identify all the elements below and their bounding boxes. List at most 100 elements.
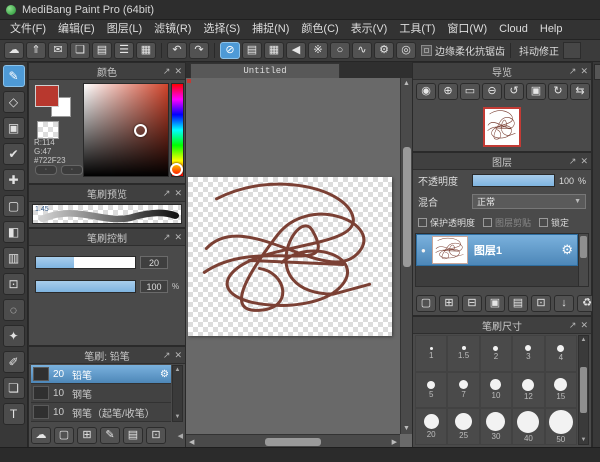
- dot-tool[interactable]: ✔: [2, 143, 25, 165]
- undo-icon[interactable]: ↶: [167, 42, 187, 59]
- flip-horizontal-icon[interactable]: ⇆: [570, 83, 590, 100]
- brush-size-cell[interactable]: 1: [415, 335, 448, 372]
- fit-view-icon[interactable]: ▣: [526, 83, 546, 100]
- 铅笔[interactable]: 20 铅笔 ⚙: [31, 365, 171, 384]
- lasso-tool[interactable]: ◌: [2, 299, 25, 321]
- brush-control-header[interactable]: 笔刷控制 ↗ ✕: [29, 229, 185, 246]
- 钢笔[interactable]: 10 钢笔 ⚙: [31, 384, 171, 403]
- menu-item[interactable]: 文件(F): [4, 20, 52, 39]
- concentric-snap-icon[interactable]: ◎: [396, 42, 416, 59]
- edge-antialias-checkbox[interactable]: 边缘柔化抗锯齿: [421, 43, 505, 58]
- scroll-down-icon[interactable]: ▼: [403, 425, 410, 432]
- horizontal-scroll-thumb[interactable]: [265, 437, 321, 446]
- select-rect-tool[interactable]: ⊡: [2, 273, 25, 295]
- layers-header[interactable]: 图层 ↗ ✕: [413, 153, 591, 170]
- bucket-tool[interactable]: ◧: [2, 221, 25, 243]
- popout-icon[interactable]: ↗: [163, 188, 171, 199]
- brush-size-cell[interactable]: 4: [544, 335, 577, 372]
- layer-folder-icon[interactable]: ▤: [508, 295, 528, 312]
- brush-size-cell[interactable]: 10: [479, 371, 513, 409]
- brush-list-scrollbar[interactable]: ▲ ▼: [172, 365, 183, 422]
- text-tool[interactable]: T: [2, 403, 25, 425]
- brush-size-cell[interactable]: 2: [479, 335, 513, 372]
- rotate-left-icon[interactable]: ↺: [504, 83, 524, 100]
- publish-icon[interactable]: ⇑: [26, 42, 46, 59]
- menu-item[interactable]: 表示(V): [345, 20, 394, 39]
- menu-item[interactable]: Help: [534, 20, 569, 39]
- layer-opacity-slider[interactable]: [472, 174, 555, 187]
- brush-opacity-slider[interactable]: [35, 280, 136, 293]
- move-tool[interactable]: ✚: [2, 169, 25, 191]
- brush-size-cell[interactable]: 3: [512, 335, 545, 372]
- freehand-mode-icon[interactable]: ⊘: [220, 42, 240, 59]
- vanishing-point-snap-icon[interactable]: ◀: [286, 42, 306, 59]
- menu-item[interactable]: 窗口(W): [441, 20, 493, 39]
- curve-snap-icon[interactable]: ∿: [352, 42, 372, 59]
- duplicate-layer-icon[interactable]: ⊡: [531, 295, 551, 312]
- scroll-down-icon[interactable]: ▼: [175, 414, 181, 420]
- menu-item[interactable]: 颜色(C): [295, 20, 344, 39]
- magic-wand-tool[interactable]: ✦: [2, 325, 25, 347]
- popout-icon[interactable]: ↗: [163, 350, 171, 361]
- scroll-left-icon[interactable]: ◀: [178, 432, 183, 440]
- redo-icon[interactable]: ↷: [189, 42, 209, 59]
- close-icon[interactable]: ✕: [580, 320, 588, 331]
- new-1bit-layer-icon[interactable]: ⊟: [462, 295, 482, 312]
- 钢笔（起笔/收笔）[interactable]: 10 钢笔（起笔/收笔） ⚙: [31, 403, 171, 422]
- vertical-scroll-thumb[interactable]: [402, 147, 411, 267]
- select-pen-tool[interactable]: ✐: [2, 351, 25, 373]
- brush-list-header[interactable]: 笔刷: 铅笔 ↗ ✕: [29, 347, 185, 364]
- popout-icon[interactable]: ↗: [163, 66, 171, 77]
- popout-icon[interactable]: ↗: [569, 320, 577, 331]
- merge-layer-icon[interactable]: ↓: [554, 295, 574, 312]
- brush-size-cell[interactable]: 7: [447, 371, 480, 409]
- add-layer-menu-icon[interactable]: ▣: [485, 295, 505, 312]
- layer-list-scrollbar[interactable]: [578, 234, 588, 286]
- radial-snap-icon[interactable]: ⚙: [374, 42, 394, 59]
- layer-option-checkbox[interactable]: 图层剪贴: [483, 216, 531, 229]
- new-8bit-layer-icon[interactable]: ⊞: [439, 295, 459, 312]
- brush-size-cell[interactable]: 25: [447, 408, 480, 445]
- cloud-icon[interactable]: ☁: [4, 42, 24, 59]
- brush-tool[interactable]: ✎: [2, 65, 25, 87]
- canvas-document[interactable]: [188, 177, 392, 336]
- canvas-vertical-scrollbar[interactable]: ▲ ▼: [400, 78, 412, 434]
- close-icon[interactable]: ✕: [174, 350, 182, 361]
- brush-size-cell[interactable]: 20: [415, 408, 448, 445]
- select-move-tool[interactable]: ▢: [2, 195, 25, 217]
- scroll-right-icon[interactable]: ▶: [392, 438, 397, 446]
- grid-snap-icon[interactable]: ▦: [264, 42, 284, 59]
- layer-row[interactable]: ● 图层1 ⚙: [416, 234, 578, 266]
- comment-icon[interactable]: ❏: [70, 42, 90, 59]
- scroll-up-icon[interactable]: ▲: [403, 80, 410, 87]
- menu-item[interactable]: 滤镜(R): [148, 20, 197, 39]
- close-icon[interactable]: ✕: [580, 156, 588, 167]
- scroll-down-icon[interactable]: ▼: [581, 437, 587, 443]
- brush-size-slider[interactable]: [35, 256, 136, 269]
- cross-snap-icon[interactable]: ※: [308, 42, 328, 59]
- zoom-in-icon[interactable]: ⊕: [438, 83, 458, 100]
- navigator-thumbnail[interactable]: [483, 107, 521, 147]
- brush-cloud-upload-icon[interactable]: ☁: [31, 427, 51, 444]
- popout-icon[interactable]: ↗: [569, 156, 577, 167]
- scroll-left-icon[interactable]: ◀: [189, 438, 194, 446]
- brush-add-menu-icon[interactable]: ⊞: [77, 427, 97, 444]
- brush-size-cell[interactable]: 1.5: [447, 335, 480, 372]
- popout-icon[interactable]: ↗: [569, 66, 577, 77]
- brush-new-icon[interactable]: ▢: [54, 427, 74, 444]
- grid-icon[interactable]: ▦: [136, 42, 156, 59]
- brush-size-cell[interactable]: 15: [544, 371, 577, 409]
- hue-slider-cursor[interactable]: [170, 163, 183, 176]
- navigator-header[interactable]: 导览 ↗ ✕: [413, 63, 591, 80]
- brush-settings-gear-icon[interactable]: ⚙: [160, 369, 169, 380]
- gradient-tool[interactable]: ▥: [2, 247, 25, 269]
- close-icon[interactable]: ✕: [174, 232, 182, 243]
- menu-item[interactable]: 捕捉(N): [246, 20, 295, 39]
- brush-size-cell[interactable]: 5: [415, 371, 448, 409]
- stabilizer-dropdown[interactable]: [563, 42, 581, 59]
- brush-size-cell[interactable]: 12: [512, 371, 545, 409]
- brush-size-value[interactable]: 20: [140, 256, 168, 269]
- layer-visibility-dot[interactable]: ●: [421, 246, 426, 255]
- close-icon[interactable]: ✕: [174, 66, 182, 77]
- stabilizer-control[interactable]: 抖动修正: [519, 43, 559, 58]
